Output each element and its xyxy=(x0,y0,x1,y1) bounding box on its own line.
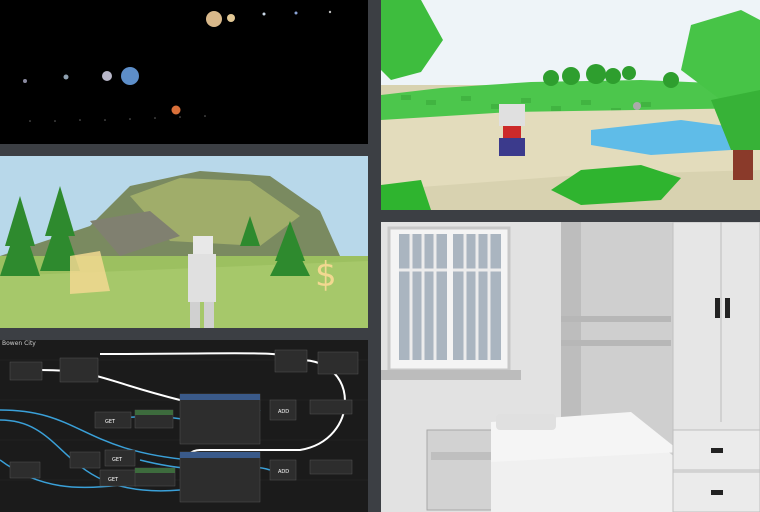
saturn-planet xyxy=(227,14,235,22)
island-game-viewport[interactable] xyxy=(381,0,760,210)
player-character-head xyxy=(193,236,213,254)
neptune-planet xyxy=(294,11,298,15)
mercury-planet xyxy=(63,74,69,80)
pluto-planet xyxy=(328,10,332,14)
earth-planet xyxy=(121,67,139,85)
moon-planet xyxy=(23,79,27,83)
get-node-1: GET xyxy=(105,419,116,425)
jupiter-planet xyxy=(206,11,222,27)
island-scene xyxy=(381,0,760,210)
uranus-planet xyxy=(262,12,266,16)
solar-system-scene xyxy=(23,10,332,122)
asteroid-dots xyxy=(29,115,206,122)
add-node-2: ADD xyxy=(278,469,289,475)
bedroom-render-viewport[interactable] xyxy=(381,222,760,512)
mars-planet xyxy=(171,105,181,115)
bedroom-scene xyxy=(381,222,760,512)
solar-system-viewport[interactable] xyxy=(0,0,368,144)
get-node-3: GET xyxy=(108,477,119,483)
player-character-head xyxy=(499,104,525,126)
get-node-2: GET xyxy=(112,457,123,463)
open-world-viewport[interactable]: $ xyxy=(0,156,368,328)
coin-pickup: $ xyxy=(315,255,337,295)
blueprint-graph-editor[interactable]: Bowen City GET GET GET ADD ADD xyxy=(0,340,368,512)
add-node-1: ADD xyxy=(278,409,289,415)
blueprint-graph-canvas: GET GET GET ADD ADD xyxy=(0,349,368,503)
venus-planet xyxy=(102,71,112,81)
graph-tab-title: Bowen City xyxy=(2,340,36,347)
open-world-scene: $ xyxy=(0,156,368,328)
